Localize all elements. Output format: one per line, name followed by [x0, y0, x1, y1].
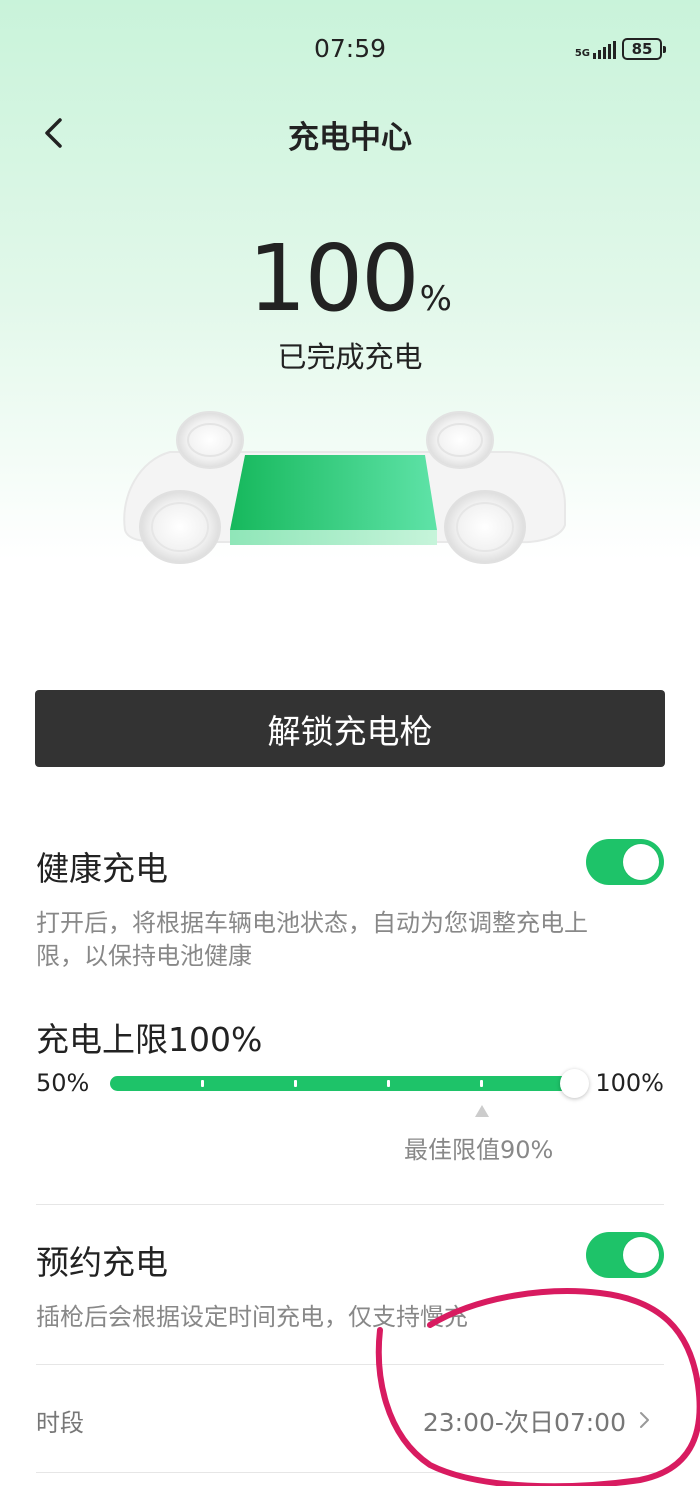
best-limit-marker-icon: [475, 1105, 489, 1117]
chevron-right-icon: [640, 1412, 649, 1428]
charging-center-screen: 07:59 5G 85 充电中心 100% 已完成充电 解锁充电枪 健康充电 打…: [0, 0, 700, 1486]
toggle-knob: [623, 1237, 659, 1273]
scheduled-charging-title: 预约充电: [36, 1243, 168, 1282]
period-label: 时段: [36, 1409, 84, 1437]
charge-limit-title: 充电上限100%: [36, 1020, 263, 1059]
healthy-charging-description: 打开后，将根据车辆电池状态，自动为您调整充电上限，以保持电池健康: [36, 909, 588, 970]
battery-icon: 85: [622, 38, 666, 60]
charge-limit-slider-track[interactable]: [110, 1076, 575, 1091]
unlock-charging-gun-button[interactable]: 解锁充电枪: [35, 690, 665, 767]
page-title: 充电中心: [288, 120, 412, 156]
best-limit-label: 最佳限值90%: [404, 1136, 554, 1164]
slider-tick: [387, 1080, 390, 1087]
divider: [36, 1204, 664, 1205]
charge-status: 已完成充电: [277, 340, 423, 374]
charge-limit-slider-thumb[interactable]: [560, 1069, 589, 1098]
car-battery-illustration: [110, 400, 580, 580]
network-type: 5G: [574, 48, 590, 59]
divider: [36, 1364, 664, 1365]
battery-level: 85: [631, 40, 653, 58]
healthy-charging-toggle[interactable]: [586, 839, 664, 885]
slider-tick: [294, 1080, 297, 1087]
signal-icon: 5G: [575, 39, 616, 59]
period-value: 23:00-次日07:00: [422, 1408, 626, 1437]
scheduled-charging-description: 插枪后会根据设定时间充电，仅支持慢充: [36, 1303, 468, 1331]
status-icons: 5G 85: [575, 38, 666, 60]
scheduled-charging-toggle[interactable]: [586, 1232, 664, 1278]
divider: [36, 1472, 664, 1473]
charge-percent-symbol: %: [419, 279, 452, 319]
slider-tick: [480, 1080, 483, 1087]
charge-percent-value: 100: [248, 225, 420, 332]
charge-percentage: 100%: [0, 225, 700, 332]
toggle-knob: [623, 844, 659, 880]
slider-tick: [201, 1080, 204, 1087]
slider-min-label: 50%: [36, 1069, 90, 1097]
healthy-charging-title: 健康充电: [36, 849, 168, 888]
slider-max-label: 100%: [595, 1069, 664, 1097]
